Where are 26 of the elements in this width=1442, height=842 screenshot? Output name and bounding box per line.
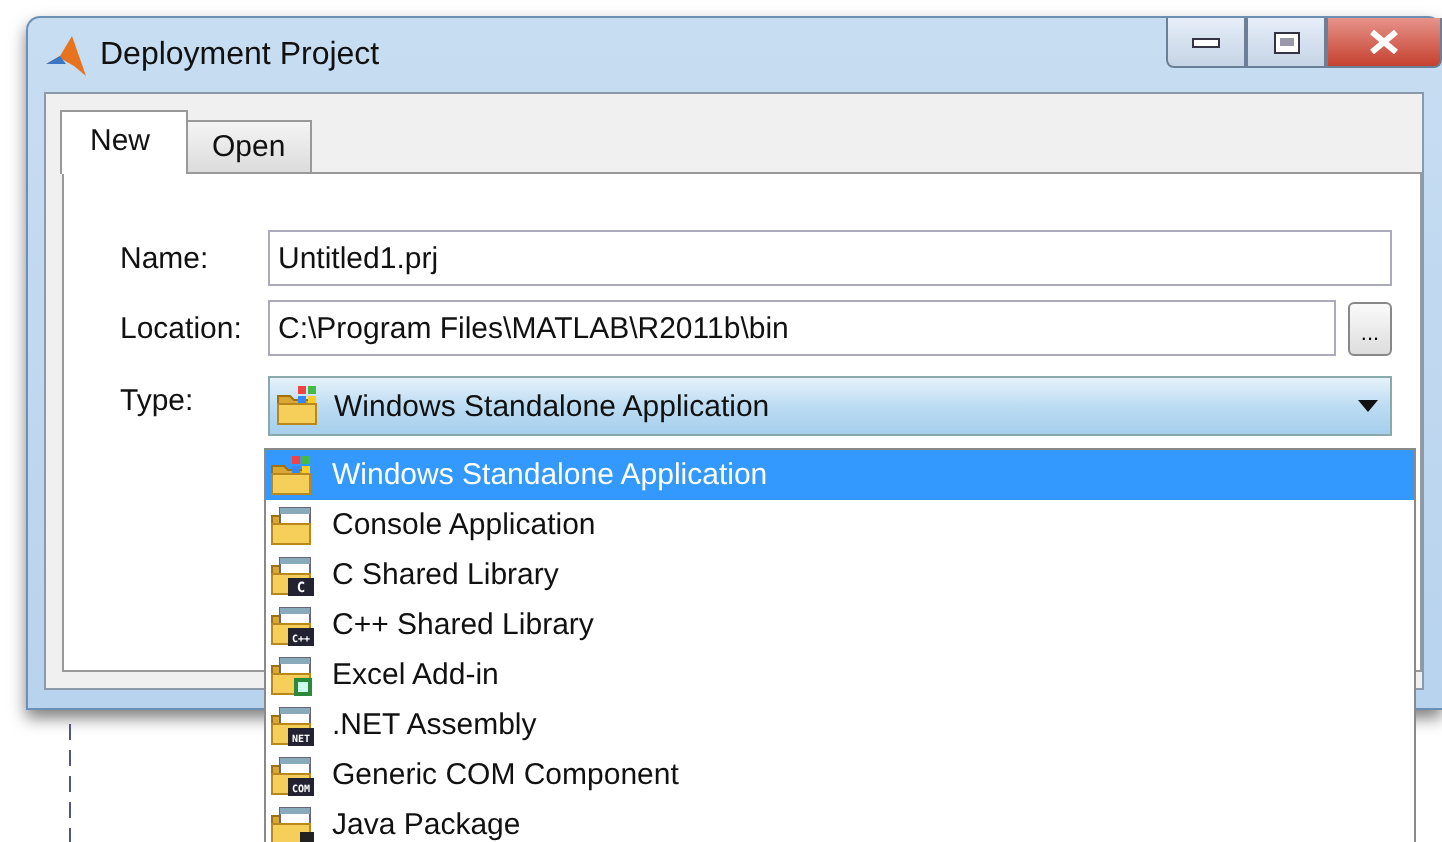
dropdown-option[interactable]: Console Application [266, 500, 1414, 550]
spreadsheet-folder-icon [270, 653, 316, 697]
dashed-line [68, 724, 72, 842]
browse-button[interactable]: ... [1348, 301, 1392, 355]
type-dropdown[interactable]: Windows Standalone Application [268, 376, 1392, 436]
window-folder-icon [276, 384, 322, 428]
peak-logo-icon [44, 33, 88, 77]
name-field[interactable]: Untitled1.prj [268, 230, 1392, 286]
maximize-button[interactable] [1246, 18, 1326, 68]
tab[interactable]: New [60, 110, 189, 174]
window-title: Deployment Project [100, 37, 380, 73]
caret-icon [1358, 400, 1378, 412]
type-label: Type: [120, 382, 196, 418]
dropdown-option[interactable]: Excel Add-in [266, 650, 1414, 700]
minimize-icon [1192, 37, 1220, 47]
window-folder-icon [270, 453, 316, 497]
console-folder-icon [270, 503, 316, 547]
maximize-icon [1273, 31, 1299, 53]
dropdown-option[interactable]: Java Package [266, 800, 1414, 842]
location-label: Location: [120, 311, 244, 345]
close-button[interactable] [1326, 18, 1442, 68]
close-icon [1368, 30, 1400, 54]
name-label: Name: [120, 241, 211, 275]
tab[interactable]: Open [186, 120, 312, 172]
location-field[interactable]: C:\Program Files\MATLAB\R2011b\bin [268, 300, 1336, 356]
minimize-button[interactable] [1166, 18, 1246, 68]
